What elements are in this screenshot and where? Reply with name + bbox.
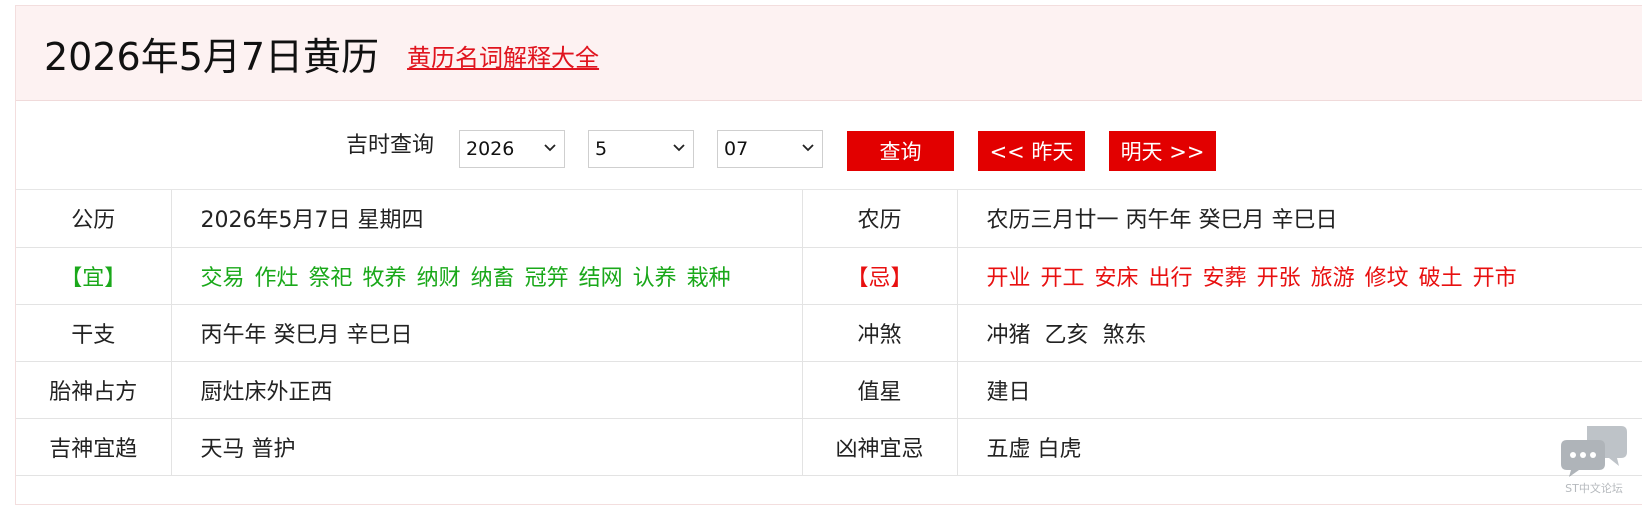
ji-item: 旅游 — [1310, 265, 1355, 291]
ji-item: 修坟 — [1364, 265, 1409, 291]
search-button[interactable]: 查询 — [847, 131, 954, 171]
lunar-label: 农历 — [802, 190, 958, 248]
chongsha-value: 冲猪 乙亥 煞东 — [957, 304, 1642, 362]
day-select[interactable]: 07 — [717, 130, 823, 168]
table-row: 胎神占方 厨灶床外正西 值星 建日 — [16, 361, 1642, 419]
yi-item: 冠笄 — [524, 265, 569, 291]
year-select[interactable]: 2026 — [459, 130, 565, 168]
yi-item: 作灶 — [254, 265, 299, 291]
yi-item: 纳财 — [416, 265, 461, 291]
query-label: 吉时查询 — [346, 133, 435, 158]
yi-item: 认养 — [632, 265, 677, 291]
table-row: 公历 2026年5月7日 星期四 农历 农历三月廿一 丙午年 癸巳月 辛巳日 — [16, 190, 1642, 248]
ganzhi-label: 干支 — [16, 304, 172, 362]
ji-item: 开工 — [1040, 265, 1085, 291]
chevron-down-icon — [544, 144, 556, 152]
prev-day-button[interactable]: << 昨天 — [978, 131, 1085, 171]
ji-list: 开业 开工 安床 出行 安葬 开张 旅游 修坟 破土 开市 — [957, 247, 1642, 305]
ji-label: 【忌】 — [802, 247, 958, 305]
header: 2026年5月7日黄历 黄历名词解释大全 — [16, 6, 1642, 101]
ji-item: 开业 — [986, 265, 1031, 291]
ji-item: 开市 — [1472, 265, 1517, 291]
yi-label: 【宜】 — [16, 247, 172, 305]
xiongshen-label: 凶神宜忌 — [802, 418, 958, 476]
zhixing-value: 建日 — [957, 361, 1642, 419]
table-row: 干支 丙午年 癸巳月 辛巳日 冲煞 冲猪 乙亥 煞东 — [16, 304, 1642, 362]
yi-item: 纳畜 — [470, 265, 515, 291]
taishen-label: 胎神占方 — [16, 361, 172, 419]
month-select[interactable]: 5 — [588, 130, 694, 168]
yi-item: 交易 — [200, 265, 245, 291]
jishen-label: 吉神宜趋 — [16, 418, 172, 476]
page-title: 2026年5月7日黄历 — [44, 34, 380, 79]
solar-value: 2026年5月7日 星期四 — [171, 190, 803, 248]
yi-item: 栽种 — [686, 265, 731, 291]
table-row: 吉神宜趋 天马 普护 凶神宜忌 五虚 白虎 — [16, 418, 1642, 476]
glossary-link[interactable]: 黄历名词解释大全 — [407, 38, 599, 73]
yi-list: 交易 作灶 祭祀 牧养 纳财 纳畜 冠笄 结网 认养 栽种 — [171, 247, 803, 305]
chat-bubbles-icon — [1561, 426, 1627, 477]
zhixing-label: 值星 — [802, 361, 958, 419]
almanac-panel: 2026年5月7日黄历 黄历名词解释大全 吉时查询 2026 5 07 查询 <… — [15, 5, 1642, 505]
chongsha-label: 冲煞 — [802, 304, 958, 362]
lucky-time-query: 吉时查询 2026 5 07 查询 << 昨天 明天 >> — [16, 101, 1642, 190]
yi-item: 结网 — [578, 265, 623, 291]
jishen-value: 天马 普护 — [171, 418, 803, 476]
xiongshen-value: 五虚 白虎 — [957, 418, 1642, 476]
solar-label: 公历 — [16, 190, 172, 248]
ji-item: 出行 — [1148, 265, 1193, 291]
yi-item: 祭祀 — [308, 265, 353, 291]
watermark-text: ST中文论坛 — [1565, 482, 1623, 495]
ganzhi-value: 丙午年 癸巳月 辛巳日 — [171, 304, 803, 362]
ji-item: 安葬 — [1202, 265, 1247, 291]
almanac-table: 公历 2026年5月7日 星期四 农历 农历三月廿一 丙午年 癸巳月 辛巳日 【… — [16, 190, 1642, 476]
chevron-down-icon — [802, 144, 814, 152]
watermark: ST中文论坛 — [1554, 422, 1634, 502]
lunar-value: 农历三月廿一 丙午年 癸巳月 辛巳日 — [957, 190, 1642, 248]
yi-item: 牧养 — [362, 265, 407, 291]
table-row: 【宜】 交易 作灶 祭祀 牧养 纳财 纳畜 冠笄 结网 认养 栽种 【忌】 开业 开工 安床 出行 安葬开… — [16, 247, 1642, 305]
ji-item: 破土 — [1418, 265, 1463, 291]
ji-item: 开张 — [1256, 265, 1301, 291]
next-day-button[interactable]: 明天 >> — [1109, 131, 1216, 171]
month-select-value: 5 — [595, 138, 608, 160]
day-select-value: 07 — [724, 138, 749, 160]
year-select-value: 2026 — [466, 138, 515, 160]
taishen-value: 厨灶床外正西 — [171, 361, 803, 419]
chevron-down-icon — [673, 144, 685, 152]
ji-item: 安床 — [1094, 265, 1139, 291]
